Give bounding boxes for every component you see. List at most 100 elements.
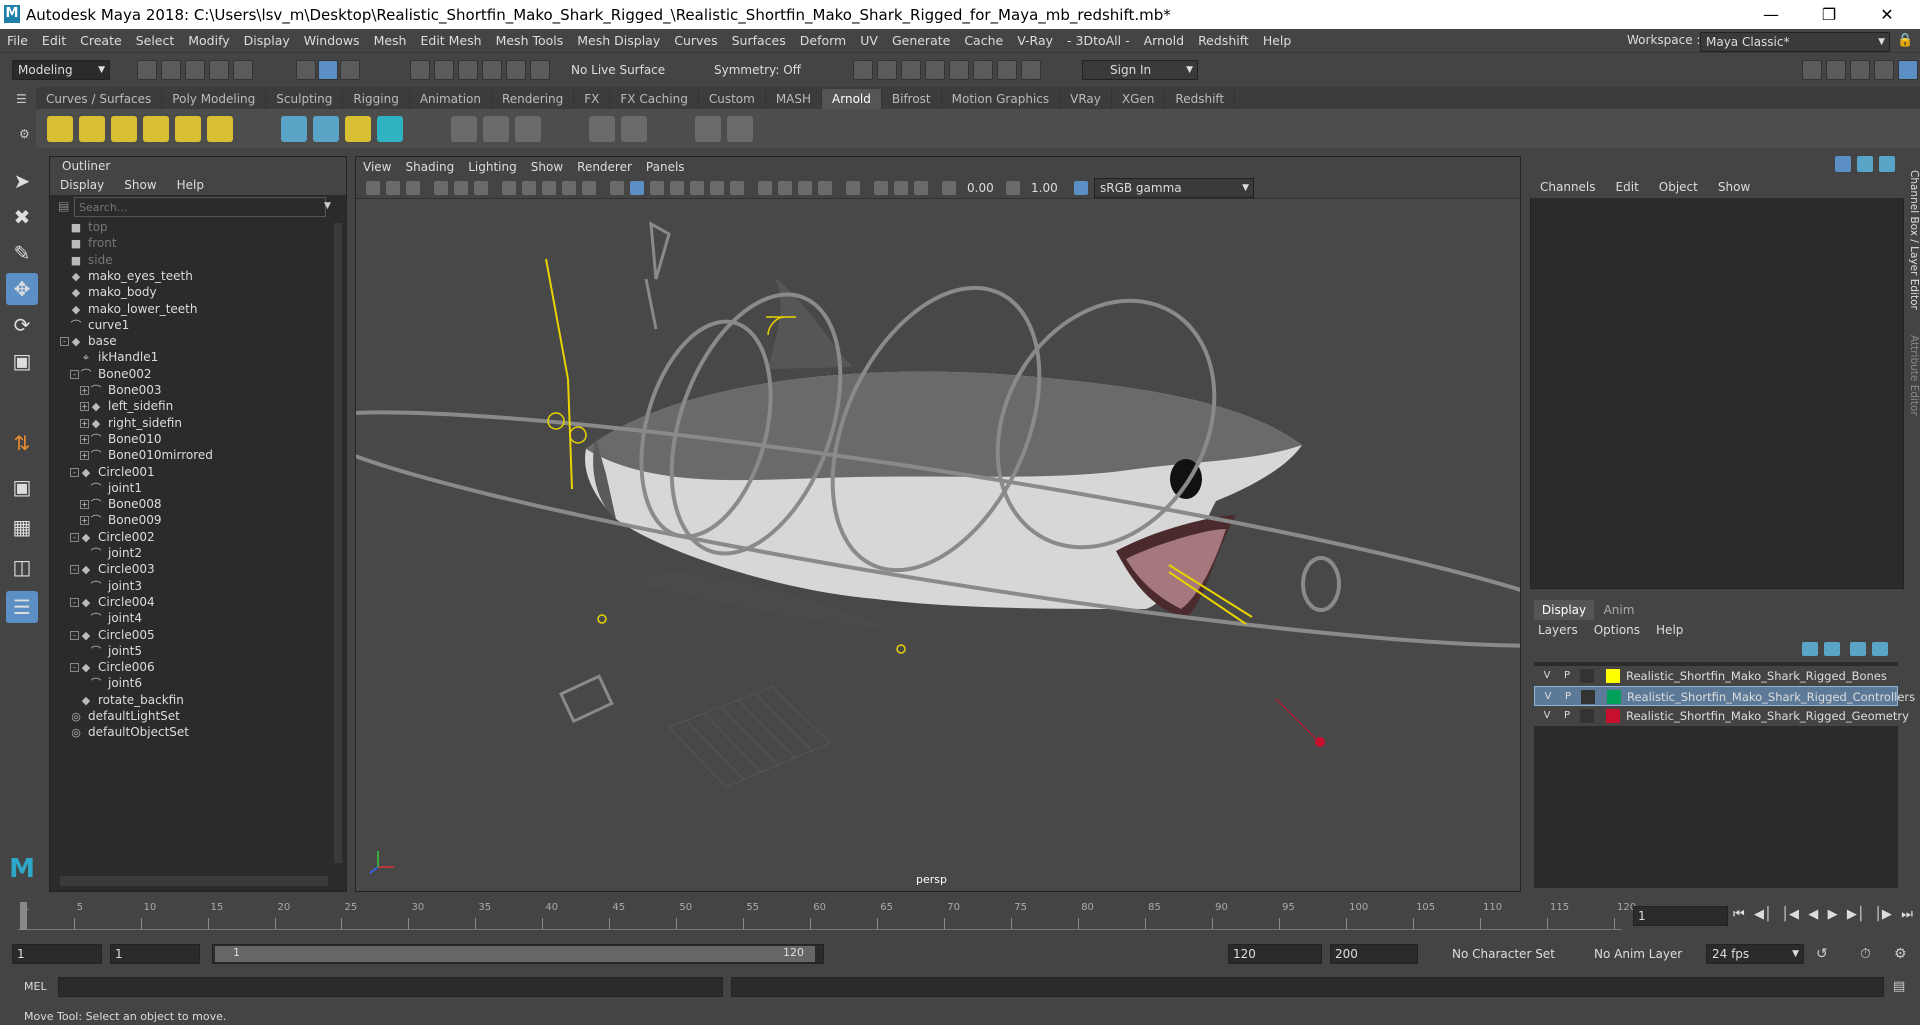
collapse-icon[interactable]: - — [70, 565, 79, 575]
expand-icon[interactable]: + — [80, 500, 89, 510]
menu-create[interactable]: Create — [73, 33, 129, 48]
layer-playback-toggle[interactable]: P — [1560, 709, 1574, 723]
shelf-tab-fx-caching[interactable]: FX Caching — [610, 89, 699, 109]
menu-generate[interactable]: Generate — [885, 33, 957, 48]
ipr-render-icon[interactable] — [877, 60, 897, 80]
viewport-menu-renderer[interactable]: Renderer — [570, 160, 639, 174]
shelf-tab-xgen[interactable]: XGen — [1112, 89, 1166, 109]
snap-grid-icon[interactable] — [410, 60, 430, 80]
grease-pencil-icon[interactable] — [474, 181, 488, 195]
gamma-icon[interactable] — [1006, 181, 1020, 195]
expand-icon[interactable]: + — [80, 386, 89, 395]
layer-menu-help[interactable]: Help — [1648, 623, 1691, 637]
collapse-icon[interactable]: - — [70, 663, 79, 673]
minimize-icon[interactable]: — — [1748, 0, 1794, 29]
depth-of-field-icon[interactable] — [818, 181, 832, 195]
shelf-tab-redshift[interactable]: Redshift — [1165, 89, 1236, 109]
current-frame-field[interactable]: 1 — [1633, 906, 1728, 926]
filter-icon[interactable]: ▤ — [58, 199, 69, 213]
command-input[interactable] — [58, 977, 723, 997]
step-forward-key-icon[interactable]: │▶ — [1874, 907, 1892, 925]
shelf-tab-mash[interactable]: MASH — [766, 89, 823, 109]
exposure-icon[interactable] — [942, 181, 956, 195]
move-layer-up-icon[interactable] — [1802, 642, 1818, 656]
shelf-tab-poly-modeling[interactable]: Poly Modeling — [162, 89, 267, 109]
light-portal-icon[interactable] — [175, 116, 201, 142]
layer-tab-display[interactable]: Display — [1534, 600, 1594, 620]
channel-box-toggle-icon[interactable] — [1835, 156, 1851, 172]
viewport-menu-shading[interactable]: Shading — [398, 160, 461, 174]
shelf-tab-sculpting[interactable]: Sculpting — [266, 89, 344, 109]
license-manager-icon[interactable] — [621, 116, 647, 142]
layer-row[interactable]: V P Realistic_Shortfin_Mako_Shark_Rigged_G… — [1534, 706, 1909, 726]
menu-windows[interactable]: Windows — [297, 33, 367, 48]
sign-in-button[interactable]: Sign In ▼ — [1082, 60, 1198, 80]
layer-tab-anim[interactable]: Anim — [1594, 600, 1644, 620]
channel-box-pin-icon[interactable] — [1879, 156, 1895, 172]
layer-menu-layers[interactable]: Layers — [1530, 623, 1586, 637]
layer-playback-toggle[interactable]: P — [1560, 669, 1574, 683]
shelf-tab-motion-graphics[interactable]: Motion Graphics — [942, 89, 1061, 109]
lock-icon[interactable]: 🔒 — [1897, 33, 1913, 48]
channel-box-menu-object[interactable]: Object — [1649, 180, 1708, 194]
area-light-icon[interactable] — [79, 116, 105, 142]
standin-icon[interactable] — [281, 116, 307, 142]
layer-display-type-toggle[interactable] — [1581, 690, 1595, 704]
range-start-field[interactable]: 1 — [12, 944, 102, 964]
skydome-light-icon[interactable] — [47, 116, 73, 142]
range-slider-handle[interactable] — [215, 946, 815, 962]
new-layer-selected-icon[interactable] — [1872, 642, 1888, 656]
xray-joints-icon[interactable] — [894, 181, 908, 195]
textured-icon[interactable] — [690, 181, 704, 195]
outliner-item[interactable]: ◎ defaultObjectSet — [70, 722, 189, 742]
viewport-menu-view[interactable]: View — [356, 160, 398, 174]
color-space-dropdown[interactable]: sRGB gamma ▼ — [1094, 178, 1254, 198]
perspective-viewport[interactable]: View Shading Lighting Show Renderer Panels 0.… — [355, 156, 1521, 892]
shelf-tab-curves-surfaces[interactable]: Curves / Surfaces — [36, 89, 163, 109]
loop-icon[interactable]: ↺ — [1816, 946, 1828, 962]
collapse-icon[interactable]: - — [70, 369, 79, 379]
shelf-tab-arnold[interactable]: Arnold — [822, 89, 882, 109]
outliner-horizontal-scrollbar[interactable] — [60, 876, 328, 886]
snap-live-icon[interactable] — [506, 60, 526, 80]
render-view-icon[interactable] — [949, 60, 969, 80]
shelf-tab-bifrost[interactable]: Bifrost — [882, 89, 942, 109]
range-end-field[interactable]: 200 — [1330, 944, 1418, 964]
layer-editor-toggle-icon[interactable] — [1898, 60, 1918, 80]
curve-collector-icon[interactable] — [345, 116, 371, 142]
symmetry-dropdown[interactable]: Symmetry: Off — [708, 60, 808, 80]
modeling-toolkit-icon[interactable] — [1802, 60, 1822, 80]
snap-curve-icon[interactable] — [434, 60, 454, 80]
snap-together-icon[interactable] — [530, 60, 550, 80]
layer-visibility-toggle[interactable]: V — [1540, 709, 1554, 723]
rotate-tool-icon[interactable]: ⟳ — [6, 309, 38, 341]
menu-curves[interactable]: Curves — [667, 33, 724, 48]
isolate-select-icon[interactable] — [846, 181, 860, 195]
range-slider[interactable]: 1 120 — [212, 944, 824, 964]
tool-settings-toggle-icon[interactable] — [1850, 60, 1870, 80]
channel-box-menu-edit[interactable]: Edit — [1606, 180, 1649, 194]
menu-3dtoall[interactable]: - 3DtoAll - — [1060, 33, 1137, 48]
snap-view-icon[interactable] — [482, 60, 502, 80]
go-to-end-icon[interactable]: ⏭ — [1901, 907, 1913, 925]
channel-box-menu-channels[interactable]: Channels — [1530, 180, 1606, 194]
backface-culling-icon[interactable] — [914, 181, 928, 195]
layer-row[interactable]: V P Realistic_Shortfin_Mako_Shark_Rigged_C… — [1534, 686, 1915, 706]
outliner-search-input[interactable] — [74, 197, 326, 217]
shelf-tab-rendering[interactable]: Rendering — [492, 89, 575, 109]
anti-aliasing-icon[interactable] — [798, 181, 812, 195]
playback-end-field[interactable]: 120 — [1228, 944, 1322, 964]
lights-icon[interactable] — [710, 181, 724, 195]
menu-help[interactable]: Help — [1256, 33, 1299, 48]
mesh-light-icon[interactable] — [111, 116, 137, 142]
layer-playback-toggle[interactable]: P — [1561, 690, 1575, 704]
menu-deform[interactable]: Deform — [793, 33, 853, 48]
menu-modify[interactable]: Modify — [181, 33, 236, 48]
single-perspective-icon[interactable]: ▣ — [6, 471, 38, 503]
shelf-settings-icon[interactable]: ⚙ — [19, 127, 30, 141]
script-editor-icon[interactable]: ▤ — [1893, 979, 1905, 994]
soft-select-icon[interactable]: ⇅ — [6, 427, 38, 459]
new-scene-icon[interactable] — [137, 60, 157, 80]
wireframe-icon[interactable] — [610, 181, 624, 195]
gate-mask-icon[interactable] — [562, 181, 576, 195]
